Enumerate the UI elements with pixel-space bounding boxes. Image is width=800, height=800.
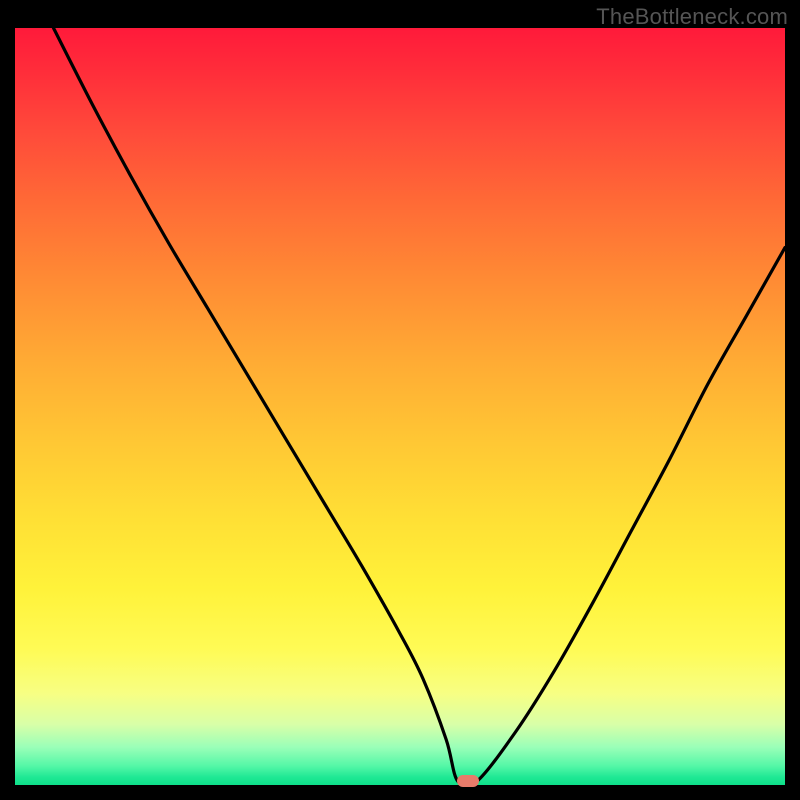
optimal-point-marker	[457, 775, 479, 787]
watermark-text: TheBottleneck.com	[596, 4, 788, 30]
bottleneck-curve	[54, 28, 786, 787]
curve-svg	[15, 28, 785, 785]
chart-frame: TheBottleneck.com	[0, 0, 800, 800]
plot-area	[15, 28, 785, 785]
